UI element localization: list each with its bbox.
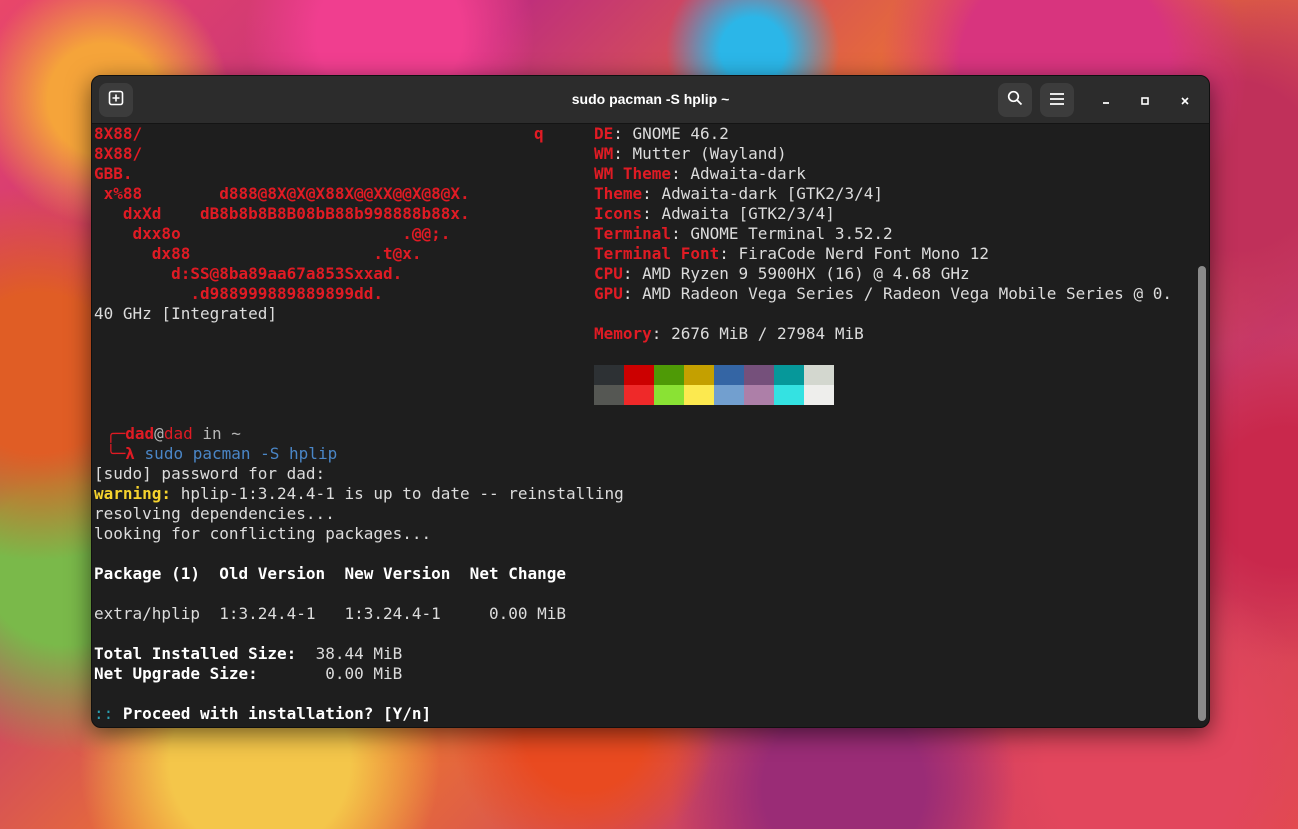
resolving-line: resolving dependencies... — [94, 504, 335, 523]
color-swatch — [744, 365, 774, 385]
menu-icon — [1049, 91, 1065, 110]
prompt-corner-top: ╭─ — [106, 424, 126, 443]
ascii-art-line: dx88 .t@x. — [94, 244, 422, 263]
ascii-art-line: x%88 d888@8X@X@X88X@@XX@@X@8@X. — [94, 184, 470, 203]
title-bar: sudo pacman -S hplip ~ — [92, 76, 1209, 124]
ascii-art-line: d:SS@8ba89aa67a853Sxxad. — [94, 264, 403, 283]
color-swatch — [744, 385, 774, 405]
scrollbar-track[interactable] — [1195, 124, 1209, 727]
color-swatch — [684, 365, 714, 385]
color-swatch — [714, 365, 744, 385]
ascii-art-line: GBB. — [94, 164, 133, 183]
prompt-line: ╭─dad@dad in ~ — [106, 424, 241, 443]
search-button[interactable] — [998, 83, 1032, 117]
proceed-prompt: :: Proceed with installation? [Y/n] — [94, 704, 432, 723]
ascii-art-line: 8X88/ — [94, 124, 143, 143]
sysinfo-row: Icons: Adwaita [GTK2/3/4] — [594, 204, 835, 223]
color-swatch — [594, 365, 624, 385]
command-line: ╰─λ sudo pacman -S hplip — [106, 444, 338, 463]
sysinfo-row: Terminal Font: FiraCode Nerd Font Mono 1… — [594, 244, 989, 263]
color-swatch — [804, 365, 834, 385]
sysinfo-row: WM Theme: Adwaita-dark — [594, 164, 806, 183]
ascii-art-line: dxXd dB8b8b8B8B08bB88b998888b88x. — [94, 204, 470, 223]
color-swatch — [654, 365, 684, 385]
color-swatch — [624, 385, 654, 405]
maximize-button[interactable] — [1133, 88, 1157, 112]
close-icon — [1180, 91, 1190, 110]
sudo-prompt: [sudo] password for dad: — [94, 464, 326, 483]
color-swatch — [624, 365, 654, 385]
looking-line: looking for conflicting packages... — [94, 524, 432, 543]
scrollbar-thumb[interactable] — [1198, 266, 1206, 721]
wrapped-gpu-line: 40 GHz [Integrated] — [94, 304, 278, 323]
prompt-corner-bottom: ╰─ — [106, 444, 126, 463]
menu-button[interactable] — [1040, 83, 1074, 117]
sysinfo-row: Theme: Adwaita-dark [GTK2/3/4] — [594, 184, 883, 203]
minimize-icon — [1101, 91, 1111, 110]
color-swatch — [714, 385, 744, 405]
package-table-row: extra/hplip 1:3.24.4-1 1:3.24.4-1 0.00 M… — [94, 604, 567, 623]
color-swatch — [774, 365, 804, 385]
minimize-button[interactable] — [1094, 88, 1118, 112]
ascii-art-line: 8X88/ — [94, 144, 143, 163]
sysinfo-row: WM: Mutter (Wayland) — [594, 144, 787, 163]
net-upgrade-size: Net Upgrade Size: 0.00 MiB — [94, 664, 403, 683]
sysinfo-row: Terminal: GNOME Terminal 3.52.2 — [594, 224, 893, 243]
close-button[interactable] — [1173, 88, 1197, 112]
terminal-window: sudo pacman -S hplip ~ 8X88/ 8X88/ GBB. … — [91, 75, 1210, 728]
sysinfo-row: Memory: 2676 MiB / 27984 MiB — [594, 324, 864, 343]
terminal-content[interactable]: 8X88/ 8X88/ GBB. x%88 d888@8X@X@X88X@@XX… — [92, 124, 1193, 727]
sysinfo-row: CPU: AMD Ryzen 9 5900HX (16) @ 4.68 GHz — [594, 264, 970, 283]
color-swatch — [774, 385, 804, 405]
package-table-header: Package (1) Old Version New Version Net … — [94, 564, 567, 583]
sysinfo-row: GPU: AMD Radeon Vega Series / Radeon Veg… — [594, 284, 1172, 303]
total-installed-size: Total Installed Size: 38.44 MiB — [94, 644, 403, 663]
ascii-art-fragment: q — [534, 124, 544, 143]
search-icon — [1007, 90, 1023, 110]
ascii-art-line: dxx8o .@@;. — [94, 224, 451, 243]
maximize-icon — [1140, 91, 1150, 110]
warning-line: warning: hplip-1:3.24.4-1 is up to date … — [94, 484, 624, 503]
color-swatch — [654, 385, 684, 405]
ascii-art-line: .d988999889889899dd. — [94, 284, 383, 303]
sysinfo-row: DE: GNOME 46.2 — [594, 124, 729, 143]
color-swatch — [684, 385, 714, 405]
color-swatch — [804, 385, 834, 405]
color-swatch — [594, 385, 624, 405]
